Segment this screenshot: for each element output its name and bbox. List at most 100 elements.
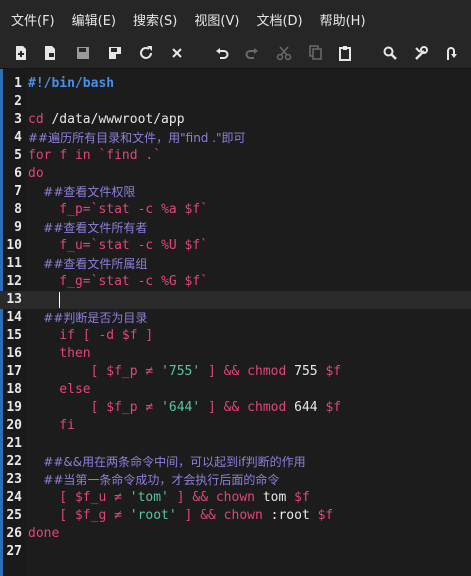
menu-edit[interactable]: 编辑(E) [66,10,122,29]
line-number: 11 [6,256,22,271]
line-number: 24 [6,490,22,505]
code-token: ##遍历所有目录和文件，用"find ."即可 [28,131,246,145]
code-line[interactable]: 25 [ $f_g ≠ 'root' ] && chown :root $f [0,507,471,525]
line-number: 7 [14,184,22,199]
code-line[interactable]: 11 ##查看文件所属组 [0,255,471,273]
code-line[interactable]: 16 then [0,345,471,363]
undo-icon[interactable] [212,43,232,63]
code-line[interactable]: 9 ##查看文件所有者 [0,219,471,237]
line-number: 20 [6,418,22,433]
code-token: then [28,346,91,361]
menu-file[interactable]: 文件(F) [5,10,61,29]
menu-search[interactable]: 搜索(S) [127,10,183,29]
text-caret [59,292,60,308]
code-token: `stat -c %G $f` [90,274,209,289]
menu-help[interactable]: 帮助(H) [314,10,372,29]
code-text: [ $f_g ≠ 'root' ] && chown :root $f [28,507,333,525]
code-line[interactable]: 5 for f in `find .` [0,147,471,165]
code-token: $f [325,400,342,415]
code-line[interactable]: 21 [0,435,471,453]
code-token: 644 [294,400,326,415]
code-line[interactable]: 26 done [0,525,471,543]
code-token: [ $f_p ≠ [28,400,162,415]
paste-icon[interactable] [335,43,355,63]
code-line[interactable]: 1 #!/bin/bash [0,75,471,93]
code-line[interactable]: 24 [ $f_u ≠ 'tom' ] && chown tom $f [0,489,471,507]
code-line[interactable]: 19 [ $f_p ≠ '644' ] && chmod 644 $f [0,399,471,417]
code-line[interactable]: 18 else [0,381,471,399]
code-token: '755' [161,364,201,379]
code-token: ] && chown [176,508,271,523]
code-token: ##&&用在两条命令中间，可以起到if判断的作用 [28,455,306,469]
jump-icon[interactable] [441,43,461,63]
code-token: `stat -c %U $f` [90,238,209,253]
code-token: $f [317,508,334,523]
code-line[interactable]: 4 ##遍历所有目录和文件，用"find ."即可 [0,129,471,147]
line-number: 12 [6,274,22,289]
code-line[interactable]: 3 cd /data/wwwroot/app [0,111,471,129]
code-line[interactable]: 22 ##&&用在两条命令中间，可以起到if判断的作用 [0,453,471,471]
line-number: 19 [6,400,22,415]
code-text: fi [28,417,75,435]
code-line[interactable]: 7 ##查看文件权限 [0,183,471,201]
code-text: #!/bin/bash [28,75,114,93]
line-number: 26 [6,526,22,541]
code-token: [ $f_p ≠ [28,364,162,379]
code-line[interactable]: 20 fi [0,417,471,435]
code-line[interactable]: 13 [0,291,471,309]
line-number: 15 [6,328,22,343]
close-icon[interactable] [167,43,187,63]
line-number: 17 [6,364,22,379]
toolbar [0,38,471,69]
code-line[interactable]: 14 ##判断是否为目录 [0,309,471,327]
reload-icon[interactable] [136,43,156,63]
redo-icon[interactable] [242,43,262,63]
line-number: 9 [14,220,22,235]
search-icon[interactable] [380,43,400,63]
code-text: if [ -d $f ] [28,327,153,345]
menu-document[interactable]: 文档(D) [250,10,308,29]
code-token: cd [28,112,52,127]
code-line[interactable]: 12 f_g=`stat -c %G $f` [0,273,471,291]
code-line[interactable]: 23 ##当第一条命令成功，才会执行后面的命令 [0,471,471,489]
line-number: 16 [6,346,22,361]
code-token: ##查看文件所有者 [28,221,148,235]
code-text: f_u=`stat -c %U $f` [28,237,208,255]
code-token: fi [28,418,75,433]
code-token: do [28,166,44,181]
save-icon[interactable] [73,43,93,63]
cut-icon[interactable] [274,43,294,63]
code-token: if [ -d $f ] [28,328,154,343]
line-number: 22 [6,454,22,469]
code-line[interactable]: 27 [0,543,471,561]
menu-view[interactable]: 视图(V) [188,10,245,29]
tools-icon[interactable] [411,43,431,63]
line-number: 4 [14,130,22,145]
code-line[interactable]: 6 do [0,165,471,183]
code-line[interactable]: 17 [ $f_p ≠ '755' ] && chmod 755 $f [0,363,471,381]
code-text: [ $f_p ≠ '755' ] && chmod 755 $f [28,363,341,381]
code-token: [ $f_u ≠ [28,490,130,505]
code-token: ##查看文件权限 [28,185,136,199]
code-token: f_u= [28,238,91,253]
code-token: $f [294,490,310,505]
line-number: 14 [6,310,22,325]
code-line[interactable]: 15 if [ -d $f ] [0,327,471,345]
save-all-icon[interactable] [105,43,125,63]
code-line[interactable]: 2 [0,93,471,111]
code-editor[interactable]: 1 #!/bin/bash 2 3 cd /data/wwwroot/app 4 ##遍历所… [0,69,471,576]
copy-icon[interactable] [305,43,325,63]
code-text: do [28,165,44,183]
code-line[interactable]: 8 f_p=`stat -c %a $f` [0,201,471,219]
code-token: #!/bin/bash [28,76,115,91]
code-text: else [28,381,90,399]
line-number: 13 [6,292,22,307]
code-line[interactable]: 10 f_u=`stat -c %U $f` [0,237,471,255]
code-token: f [59,148,75,163]
new-file-icon[interactable] [11,43,31,63]
code-text: ##查看文件所有者 [28,219,147,238]
open-file-icon[interactable] [40,43,60,63]
code-text: ##遍历所有目录和文件，用"find ."即可 [28,129,246,148]
code-token: ] && chmod [200,364,295,379]
code-text: ##查看文件所属组 [28,255,147,274]
